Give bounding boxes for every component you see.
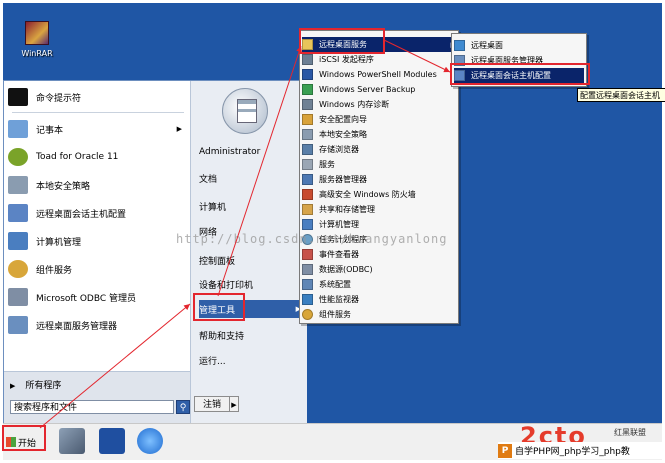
admin-item-odbc[interactable]: 数据源(ODBC)	[302, 262, 454, 277]
winrar-desktop-icon[interactable]: WinRAR	[15, 21, 59, 58]
share-storage-icon	[302, 204, 313, 215]
start-item-computer-management[interactable]: 计算机管理	[8, 229, 188, 253]
firewall-icon	[302, 189, 313, 200]
component-services-icon	[302, 309, 313, 320]
odbc-icon	[8, 288, 28, 306]
performance-icon	[302, 294, 313, 305]
admin-item-backup[interactable]: Windows Server Backup	[302, 82, 454, 97]
computer-management-icon	[302, 219, 313, 230]
storage-icon	[302, 144, 313, 155]
rds-item-remote-desktop[interactable]: 远程桌面	[454, 38, 584, 53]
search-input[interactable]: 搜索程序和文件	[10, 400, 174, 414]
rds-item-manager[interactable]: 远程桌面服务管理器	[454, 53, 584, 68]
backup-icon	[302, 84, 313, 95]
right-item-control-panel[interactable]: 控制面板	[199, 251, 303, 269]
all-programs[interactable]: ▶ 所有程序	[10, 378, 61, 391]
admin-item-server-manager[interactable]: 服务器管理器	[302, 172, 454, 187]
wizard-icon	[302, 114, 313, 125]
brand-subtitle: 红黑联盟	[614, 428, 646, 437]
remote-desktop-icon	[454, 40, 465, 51]
admin-item-storage-explorer[interactable]: 存储浏览器	[302, 142, 454, 157]
start-menu: 命令提示符 记事本 ▶ Toad for Oracle 11 本地安全策略 远程…	[3, 80, 307, 425]
right-item-computer[interactable]: 计算机	[199, 197, 303, 215]
admin-tools-menu: 远程桌面服务▶ iSCSI 发起程序 Windows PowerShell Mo…	[299, 30, 459, 324]
rds-manager-icon	[454, 55, 465, 66]
security-policy-icon	[302, 129, 313, 140]
start-item-odbc[interactable]: Microsoft ODBC 管理员	[8, 285, 188, 309]
logoff-button[interactable]: 注销	[194, 396, 230, 412]
component-services-icon	[8, 260, 28, 278]
server-manager-icon	[302, 174, 313, 185]
internet-explorer-icon[interactable]	[137, 428, 163, 454]
chevron-right-icon: ▶	[231, 401, 237, 409]
toad-icon	[8, 148, 28, 166]
desktop-icon-label: WinRAR	[21, 49, 53, 58]
start-button[interactable]: 开始	[6, 430, 48, 454]
start-item-notepad[interactable]: 记事本 ▶	[8, 117, 188, 141]
rds-item-session-host-config[interactable]: 远程桌面会话主机配置	[454, 68, 584, 83]
search-button[interactable]: ⚲	[176, 400, 190, 414]
rdsh-config-icon	[8, 204, 28, 222]
folder-icon	[302, 39, 313, 50]
start-menu-left-pane: 命令提示符 记事本 ▶ Toad for Oracle 11 本地安全策略 远程…	[4, 81, 190, 371]
notepad-icon	[8, 120, 28, 138]
computer-management-icon	[8, 232, 28, 250]
start-item-component-services[interactable]: 组件服务	[8, 257, 188, 281]
start-item-toad[interactable]: Toad for Oracle 11	[8, 145, 188, 169]
services-icon	[302, 159, 313, 170]
admin-item-firewall[interactable]: 高级安全 Windows 防火墙	[302, 187, 454, 202]
right-item-administrator[interactable]: Administrator	[199, 143, 303, 161]
start-menu-bottom: ▶ 所有程序 搜索程序和文件 ⚲	[4, 371, 190, 425]
triangle-right-icon: ▶	[10, 382, 16, 390]
event-viewer-icon	[302, 249, 313, 260]
admin-item-event-viewer[interactable]: 事件查看器	[302, 247, 454, 262]
logoff-options-button[interactable]: ▶	[229, 396, 239, 412]
powershell-taskbar-icon[interactable]	[99, 428, 125, 454]
start-item-local-security-policy[interactable]: 本地安全策略	[8, 173, 188, 197]
windows-flag-icon	[6, 437, 16, 447]
right-item-devices-printers[interactable]: 设备和打印机	[199, 275, 303, 293]
start-item-rdsh-config[interactable]: 远程桌面会话主机配置	[8, 201, 188, 225]
rds-submenu: 远程桌面 远程桌面服务管理器 远程桌面会话主机配置	[451, 33, 587, 87]
admin-item-powershell[interactable]: Windows PowerShell Modules	[302, 67, 454, 82]
divider	[12, 112, 184, 113]
admin-item-security-wizard[interactable]: 安全配置向导	[302, 112, 454, 127]
chevron-right-icon: ▶	[176, 125, 182, 133]
tooltip: 配置远程桌面会话主机	[577, 88, 665, 102]
admin-item-iscsi[interactable]: iSCSI 发起程序	[302, 52, 454, 67]
right-item-run[interactable]: 运行...	[199, 351, 303, 369]
powershell-icon	[302, 69, 313, 80]
start-item-rds-manager[interactable]: 远程桌面服务管理器	[8, 313, 188, 337]
admin-item-share-storage[interactable]: 共享和存储管理	[302, 202, 454, 217]
admin-item-memory-diag[interactable]: Windows 内存诊断	[302, 97, 454, 112]
odbc-icon	[302, 264, 313, 275]
admin-item-perf-monitor[interactable]: 性能监视器	[302, 292, 454, 307]
user-picture-icon	[222, 88, 268, 134]
security-policy-icon	[8, 176, 28, 194]
iscsi-icon	[302, 54, 313, 65]
admin-item-system-config[interactable]: 系统配置	[302, 277, 454, 292]
search-icon: ⚲	[179, 403, 187, 413]
rds-manager-icon	[8, 316, 28, 334]
winrar-icon	[25, 21, 49, 45]
admin-item-rds[interactable]: 远程桌面服务▶	[302, 37, 456, 52]
start-item-cmd[interactable]: 命令提示符	[8, 85, 188, 109]
system-config-icon	[302, 279, 313, 290]
rdsh-config-icon	[454, 70, 465, 81]
right-item-documents[interactable]: 文档	[199, 169, 303, 187]
cmd-icon	[8, 88, 28, 106]
admin-item-component-services[interactable]: 组件服务	[302, 307, 454, 322]
admin-item-local-security[interactable]: 本地安全策略	[302, 127, 454, 142]
php-banner: P 自学PHP网_php学习_php教	[498, 442, 662, 459]
right-item-help-support[interactable]: 帮助和支持	[199, 326, 303, 344]
right-item-admin-tools[interactable]: 管理工具 ▶	[199, 300, 303, 318]
admin-item-computer-management[interactable]: 计算机管理	[302, 217, 454, 232]
watermark: http://blog.csdn.net/huangyanlong	[176, 232, 448, 246]
php-logo-icon: P	[498, 443, 512, 458]
memory-icon	[302, 99, 313, 110]
server-manager-taskbar-icon[interactable]	[59, 428, 85, 454]
admin-item-services[interactable]: 服务	[302, 157, 454, 172]
